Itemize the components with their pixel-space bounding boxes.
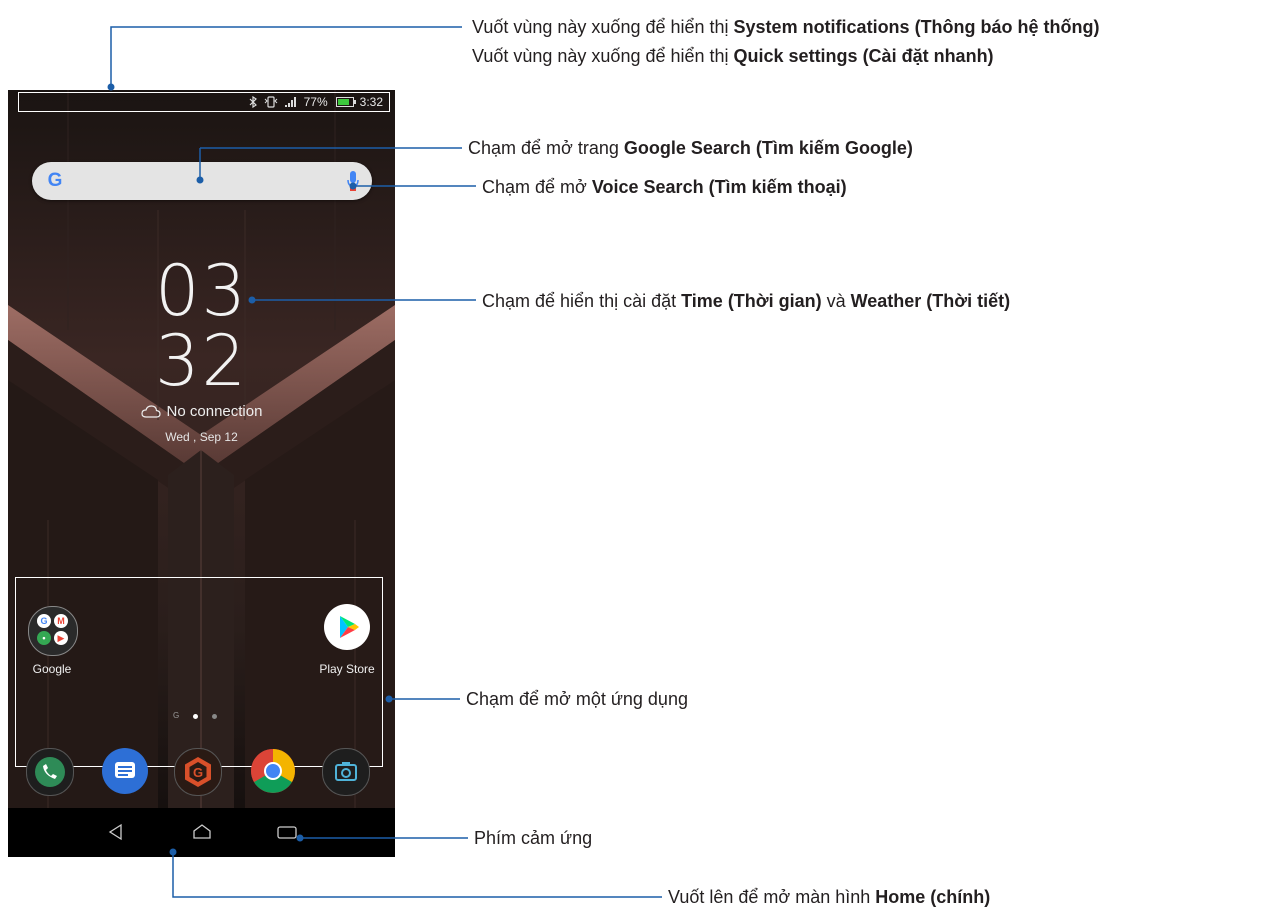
callout-quick-settings: Vuốt vùng này xuống để hiển thị Quick se… (472, 46, 994, 66)
callout-open-app: Chạm để mở một ứng dụng (466, 689, 688, 709)
callout-touch-keys: Phím cảm ứng (474, 828, 593, 848)
callout-notifications: Vuốt vùng này xuống để hiển thị System n… (472, 17, 1100, 37)
callout-time-weather: Chạm để hiển thị cài đặt Time (Thời gian… (482, 291, 1011, 311)
callout-google-search: Chạm để mở trang Google Search (Tìm kiếm… (468, 138, 913, 158)
callout-home: Vuốt lên để mở màn hình Home (chính) (668, 887, 991, 907)
callout-voice-search: Chạm để mở Voice Search (Tìm kiếm thoại) (482, 177, 847, 197)
